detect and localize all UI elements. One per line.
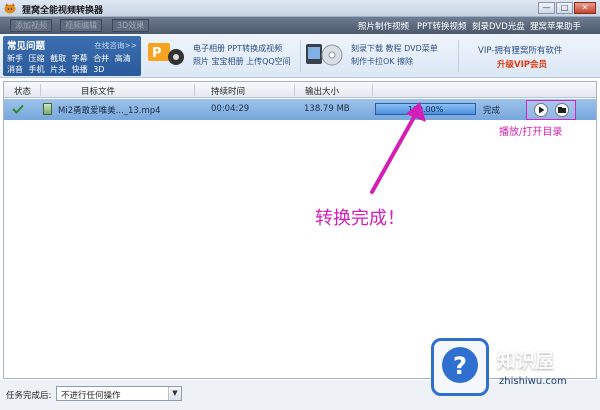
column-header-status[interactable]: 状态 — [14, 85, 31, 97]
target-file-name: Mi2勇敢爱唯美..._13.mp4 — [58, 106, 161, 116]
column-divider — [372, 84, 373, 96]
annotation-arrow-icon — [370, 102, 426, 194]
faq-link[interactable]: 新手 — [7, 54, 23, 63]
window-controls: — □ ✕ — [538, 2, 596, 14]
output-size-value: 138.79 MB — [304, 104, 350, 114]
video-file-icon — [43, 103, 52, 115]
ad-dvd-line2[interactable]: 制作卡拉OK 擦除 — [351, 56, 413, 67]
burn-dvd-link[interactable]: 刻录DVD光盘 — [472, 20, 525, 32]
ad-album-line1[interactable]: 电子相册 PPT转换成视频 — [193, 43, 282, 54]
action-buttons-highlight — [526, 100, 576, 120]
faq-link[interactable]: 快播 — [72, 65, 88, 74]
svg-text:P: P — [152, 46, 162, 61]
faq-row-1: 新手 压缩 截取 字幕 合并 高清 — [7, 53, 134, 64]
svg-text:?: ? — [453, 352, 467, 380]
action-annotation-label: 播放/打开目录 — [499, 127, 563, 138]
apple-helper-link[interactable]: 狸窝苹果助手 — [530, 20, 581, 32]
faq-panel: 常见问题 在线咨询>> 新手 压缩 截取 字幕 合并 高清 消音 手机 片头 快… — [3, 36, 141, 76]
online-consult-link[interactable]: 在线咨询>> — [94, 40, 137, 51]
video-edit-button[interactable]: 视频编辑 — [60, 19, 102, 32]
minimize-button[interactable]: — — [538, 2, 555, 14]
faq-row-2: 消音 手机 片头 快播 3D — [7, 64, 107, 75]
watermark-title: 知识屋 — [497, 350, 555, 372]
question-mark-badge-icon: ? — [431, 338, 489, 396]
ppt-film-icon: P — [148, 43, 184, 65]
title-bar: 狸窝全能视频转换器 — □ ✕ — [0, 0, 600, 17]
fox-logo-icon — [4, 3, 16, 14]
ad-album-line2[interactable]: 照片 宝宝相册 上传QQ空间 — [193, 56, 291, 67]
dvd-disc-icon — [306, 44, 343, 66]
photo-to-video-link[interactable]: 照片制作视频 — [358, 20, 409, 32]
promo-banner: 常见问题 在线咨询>> 新手 压缩 截取 字幕 合并 高清 消音 手机 片头 快… — [0, 34, 600, 78]
column-divider — [194, 84, 195, 96]
faq-link[interactable]: 截取 — [50, 54, 66, 63]
banner-divider — [300, 40, 301, 72]
faq-link[interactable]: 合并 — [93, 54, 109, 63]
close-button[interactable]: ✕ — [574, 2, 596, 14]
maximize-button[interactable]: □ — [556, 2, 573, 14]
faq-title: 常见问题 — [7, 41, 46, 52]
conversion-complete-annotation: 转换完成！ — [315, 208, 405, 229]
upgrade-vip-link[interactable]: 升级VIP会员 — [497, 58, 547, 70]
folder-icon — [558, 107, 566, 113]
add-video-button[interactable]: 添加视频 — [10, 19, 52, 32]
column-header-output-size[interactable]: 输出大小 — [305, 85, 339, 97]
column-header-duration[interactable]: 持续时间 — [211, 85, 245, 97]
open-folder-button[interactable] — [555, 103, 569, 117]
after-task-value: 不进行任何操作 — [61, 391, 121, 401]
play-button[interactable] — [534, 103, 548, 117]
app-title: 狸窝全能视频转换器 — [22, 6, 104, 16]
column-divider — [294, 84, 295, 96]
watermark-subtitle: zhishiwu.com — [499, 376, 567, 387]
status-text: 完成 — [483, 106, 501, 116]
ad-dvd-line1[interactable]: 刻录下载 教程 DVD菜单 — [351, 43, 438, 54]
faq-link[interactable]: 高清 — [115, 54, 131, 63]
check-icon — [12, 104, 24, 114]
watermark-logo: ? 知识屋 zhishiwu.com — [427, 330, 597, 404]
column-divider — [40, 84, 41, 96]
vip-promo-text[interactable]: VIP-拥有狸窝所有软件 — [478, 44, 562, 56]
ppt-to-video-link[interactable]: PPT转换视频 — [417, 20, 466, 32]
column-header-target-file[interactable]: 目标文件 — [81, 85, 115, 97]
3d-effect-button[interactable]: 3D效果 — [112, 19, 150, 32]
faq-link[interactable]: 片头 — [50, 65, 66, 74]
faq-link[interactable]: 消音 — [7, 65, 23, 74]
table-header: 状态 目标文件 持续时间 输出大小 — [4, 82, 596, 98]
after-task-select[interactable]: 不进行任何操作 ▼ — [56, 386, 182, 401]
play-icon — [539, 106, 545, 114]
after-task-label: 任务完成后: — [6, 391, 52, 401]
faq-link[interactable]: 压缩 — [29, 54, 45, 63]
faq-link[interactable]: 字幕 — [72, 54, 88, 63]
table-row[interactable]: Mi2勇敢爱唯美..._13.mp4 00:04:29 138.79 MB 10… — [4, 99, 596, 120]
banner-divider — [458, 40, 459, 72]
toolbar: 添加视频 视频编辑 3D效果 照片制作视频 PPT转换视频 刻录DVD光盘 狸窝… — [0, 17, 600, 34]
faq-link[interactable]: 手机 — [29, 65, 45, 74]
chevron-down-icon[interactable]: ▼ — [168, 387, 181, 400]
duration-value: 00:04:29 — [211, 104, 250, 114]
faq-link[interactable]: 3D — [93, 65, 104, 74]
